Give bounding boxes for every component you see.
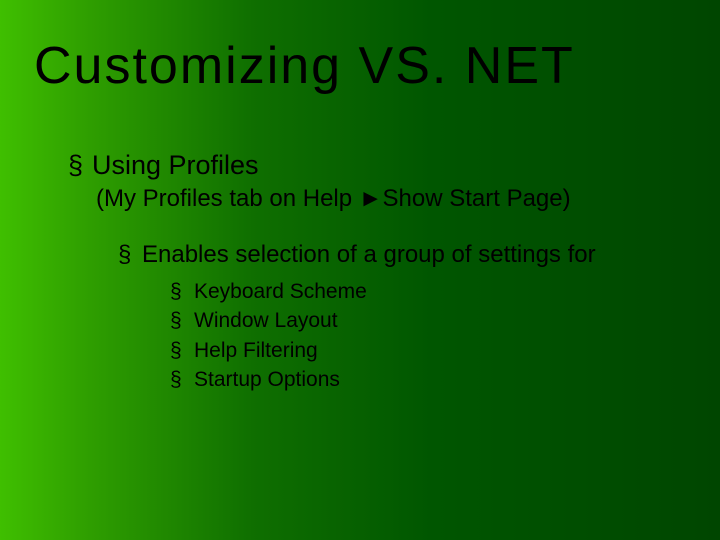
level3-text: Help Filtering [194,339,318,362]
bullet-level3: §Keyboard Scheme [170,279,680,305]
bullet-level1: §Using Profiles [68,150,680,181]
section-icon: § [170,308,194,334]
level2-text: Enables selection of a group of settings… [142,241,596,268]
bullet-level3: §Window Layout [170,308,680,334]
section-icon: § [118,241,142,269]
level3-text: Startup Options [194,368,340,391]
level3-text: Window Layout [194,309,338,332]
slide-title: Customizing VS. NET [34,36,575,96]
section-icon: § [170,279,194,305]
slide-content: §Using Profiles (My Profiles tab on Help… [68,150,680,396]
section-icon: § [170,338,194,364]
level3-text: Keyboard Scheme [194,280,367,303]
level1-subnote: (My Profiles tab on Help ►Show Start Pag… [96,185,680,213]
bullet-level3: §Help Filtering [170,338,680,364]
bullet-level2: §Enables selection of a group of setting… [118,241,680,269]
section-icon: § [170,367,194,393]
slide: Customizing VS. NET §Using Profiles (My … [0,0,720,540]
level1-text: Using Profiles [92,150,259,180]
section-icon: § [68,150,92,181]
bullet-level3: §Startup Options [170,367,680,393]
